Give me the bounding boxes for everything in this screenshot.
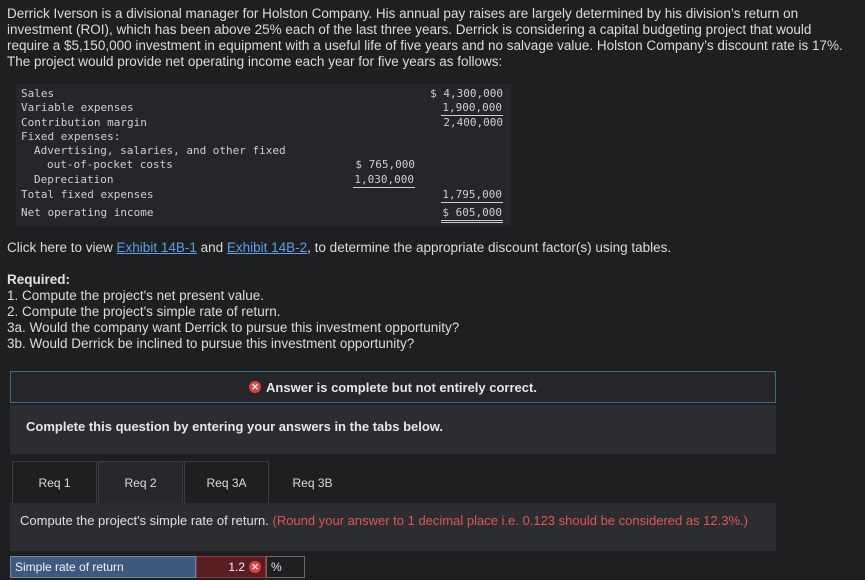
- tab-req-2[interactable]: Req 2: [98, 461, 183, 503]
- fixed-header-label: Fixed expenses:: [21, 130, 121, 143]
- required-item-3a: 3a. Would the company want Derrick to pu…: [7, 320, 460, 335]
- sales-label: Sales: [21, 87, 55, 100]
- tab-label: Req 1: [38, 475, 71, 490]
- instruction-box: Complete this question by entering your …: [10, 405, 776, 454]
- sales-value: $ 4,300,000: [430, 87, 503, 100]
- required-item-3b: 3b. Would Derrick be inclined to pursue …: [7, 336, 415, 351]
- total-fixed-value: 1,795,000: [441, 188, 503, 203]
- row-total-fixed: Total fixed expenses 1,795,000: [16, 188, 511, 203]
- links-prefix: Click here to view: [7, 240, 117, 255]
- tab-bar: Req 1 Req 2 Req 3A Req 3B: [12, 461, 356, 503]
- row-depreciation: Depreciation 1,030,000: [16, 173, 511, 188]
- noi-label: Net operating income: [21, 206, 154, 219]
- depreciation-label: Depreciation: [34, 173, 114, 186]
- tab-req-1[interactable]: Req 1: [12, 461, 97, 503]
- task-text: Compute the project's simple rate of ret…: [20, 513, 273, 528]
- row-contribution: Contribution margin 2,400,000: [16, 116, 511, 130]
- row-sales: Sales $ 4,300,000: [16, 87, 511, 101]
- advertising-label-2: out-of-pocket costs: [47, 158, 173, 171]
- row-variable: Variable expenses 1,900,000: [16, 101, 511, 116]
- row-noi: Net operating income $ 605,000: [16, 206, 511, 223]
- required-item-2: 2. Compute the project's simple rate of …: [7, 304, 281, 319]
- row-advertising-1: Advertising, salaries, and other fixed: [16, 144, 511, 158]
- income-statement: Sales $ 4,300,000 Variable expenses 1,90…: [16, 84, 511, 226]
- required-list: 1. Compute the project's net present val…: [7, 288, 459, 352]
- required-item-1: 1. Compute the project's net present val…: [7, 288, 264, 303]
- answer-label: Simple rate of return: [10, 556, 196, 578]
- exhibit-links: Click here to view Exhibit 14B-1 and Exh…: [7, 240, 671, 255]
- task-box: Compute the project's simple rate of ret…: [10, 503, 776, 551]
- exhibit-14b2-link[interactable]: Exhibit 14B-2: [227, 240, 307, 255]
- answer-value: 1.2: [228, 560, 245, 574]
- instruction-text: Complete this question by entering your …: [26, 419, 444, 434]
- rounding-note: (Round your answer to 1 decimal place i.…: [272, 513, 748, 528]
- tab-label: Req 3B: [292, 475, 333, 490]
- tab-label: Req 3A: [206, 475, 247, 490]
- exhibit-14b1-link[interactable]: Exhibit 14B-1: [117, 240, 197, 255]
- tab-label: Req 2: [124, 475, 157, 490]
- tab-req-3b[interactable]: Req 3B: [270, 461, 355, 503]
- row-fixed-header: Fixed expenses:: [16, 130, 511, 144]
- banner-text: Answer is complete but not entirely corr…: [266, 379, 537, 395]
- depreciation-value: 1,030,000: [353, 173, 415, 188]
- row-advertising-2: out-of-pocket costs $ 765,000: [16, 158, 511, 172]
- percent-unit: %: [266, 556, 305, 578]
- incorrect-x-icon: ✕: [249, 561, 261, 573]
- problem-intro: Derrick Iverson is a divisional manager …: [7, 6, 843, 69]
- contribution-value: 2,400,000: [443, 116, 503, 129]
- required-title: Required:: [7, 272, 71, 287]
- variable-value: 1,900,000: [441, 101, 503, 116]
- tab-req-3a[interactable]: Req 3A: [184, 461, 269, 503]
- total-fixed-label: Total fixed expenses: [21, 188, 154, 201]
- contribution-label: Contribution margin: [21, 116, 147, 129]
- advertising-label-1: Advertising, salaries, and other fixed: [34, 144, 286, 157]
- simple-rate-input[interactable]: 1.2 ✕: [196, 556, 266, 578]
- x-circle-icon: ✕: [249, 381, 262, 393]
- links-suffix: , to determine the appropriate discount …: [307, 240, 672, 255]
- answer-status-banner: ✕ Answer is complete but not entirely co…: [10, 371, 776, 403]
- noi-value: $ 605,000: [441, 206, 503, 223]
- links-mid: and: [196, 240, 227, 255]
- variable-label: Variable expenses: [21, 101, 134, 114]
- advertising-value: $ 765,000: [355, 158, 415, 171]
